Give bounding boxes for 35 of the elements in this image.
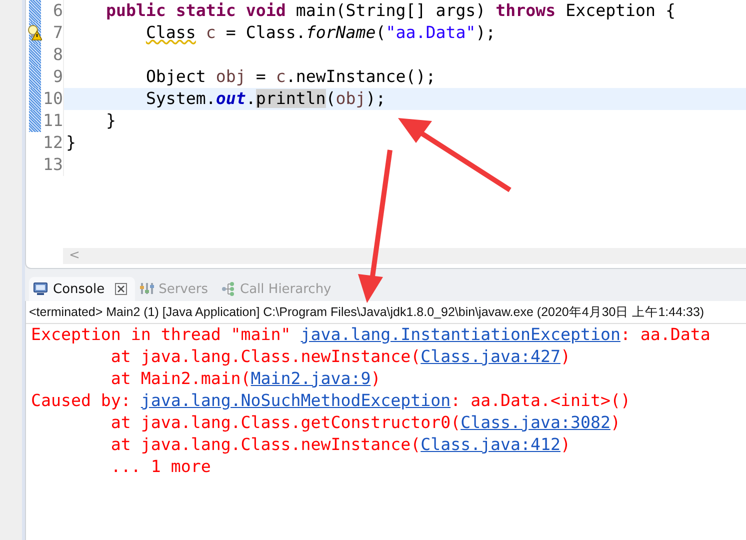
- stack-trace-link[interactable]: Class.java:427: [420, 347, 560, 366]
- line-number: 9: [41, 66, 64, 88]
- line-number: 6: [41, 0, 64, 22]
- tab[interactable]: Console: [29, 277, 135, 301]
- code-line: }: [65, 132, 77, 154]
- code-line: Object obj = c.newInstance();: [144, 66, 437, 88]
- tab-label: Call Hierarchy: [240, 282, 332, 296]
- stack-trace-link[interactable]: java.lang.NoSuchMethodException: [140, 391, 451, 410]
- close-icon[interactable]: [114, 283, 127, 295]
- console-line: Exception in thread "main" java.lang.InstantiationException: aa.Data: [31, 324, 712, 346]
- warning-bulb-icon[interactable]: [28, 25, 42, 41]
- tab-label: Console: [53, 282, 105, 296]
- line-number: 11: [41, 110, 64, 132]
- console-line: at Main2.main(Main2.java:9): [110, 368, 382, 390]
- code-line: public static void main(String[] args) throws Exception {: [104, 0, 677, 22]
- sliders-icon: [138, 281, 155, 297]
- line-number: 12: [41, 132, 64, 154]
- line-number: 13: [41, 154, 64, 176]
- tab-label: Servers: [158, 282, 208, 296]
- console-line: Caused by: java.lang.NoSuchMethodException: aa.Data.<init>(): [31, 390, 632, 412]
- stack-trace-link[interactable]: Class.java:3082: [460, 413, 610, 432]
- console-line: at java.lang.Class.newInstance(Class.java:412): [110, 434, 572, 456]
- stack-trace-link[interactable]: Main2.java:9: [250, 369, 371, 388]
- monitor-icon: [33, 281, 49, 297]
- line-number: 8: [41, 44, 64, 66]
- code-line: Class c = Class.forName("aa.Data");: [144, 22, 497, 44]
- stack-trace-link[interactable]: Class.java:412: [420, 435, 560, 454]
- code-line: }: [104, 110, 117, 132]
- console-line: ... 1 more: [110, 456, 212, 478]
- stack-trace-link[interactable]: java.lang.InstantiationException: [300, 325, 620, 344]
- console-line: at java.lang.Class.getConstructor0(Class.java:3082): [110, 412, 622, 434]
- hierarchy-icon: [220, 281, 236, 297]
- console-line: at java.lang.Class.newInstance(Class.java:427): [110, 346, 572, 368]
- line-number: 7: [41, 22, 64, 44]
- console-status: <terminated> Main2 (1) [Java Application] C:\Program Files\Java\jdk1.8.0_92\bin\javaw.exe (2020年4月30日 上午1:44:33): [26, 301, 746, 324]
